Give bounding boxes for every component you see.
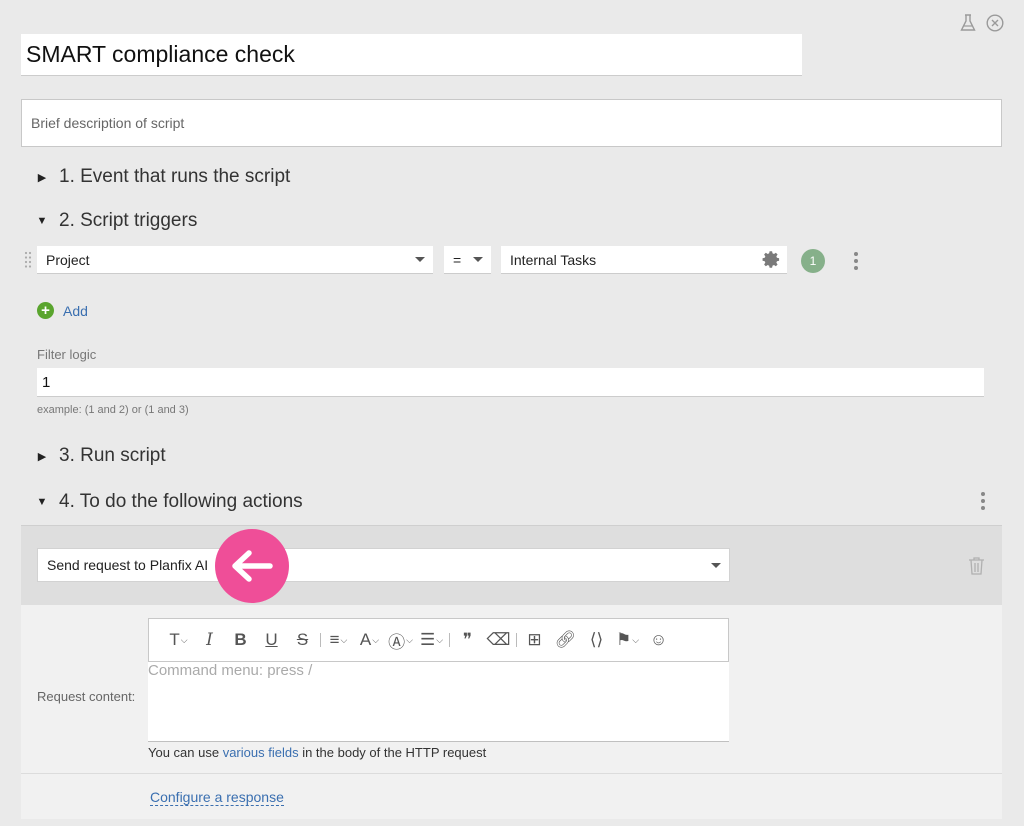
editor-placeholder: Command menu: press / [148, 662, 313, 679]
bookmark-icon[interactable]: ⚑ ⌵ [612, 625, 643, 655]
divider [449, 633, 450, 647]
collapse-arrow-icon: ▼ [36, 496, 48, 508]
trigger-field-value: Project [46, 251, 90, 268]
script-title-input[interactable]: SMART compliance check [21, 34, 802, 76]
action-type-select[interactable]: Send request to Planfix AI [37, 548, 730, 582]
fields-hint: You can use various fields in the body o… [148, 745, 486, 760]
trigger-operator-select[interactable]: = [444, 246, 491, 274]
align-icon[interactable]: ≡ ⌵ [323, 625, 354, 655]
quote-icon[interactable]: ❞ [452, 625, 483, 655]
divider [516, 633, 517, 647]
strikethrough-icon[interactable]: S [287, 625, 318, 655]
top-icons [960, 14, 1004, 32]
add-label: Add [63, 302, 88, 319]
divider [21, 773, 1002, 774]
section-run-script[interactable]: ▶ 3. Run script [34, 445, 166, 467]
action-type-value: Send request to Planfix AI [47, 557, 209, 573]
trigger-field-select[interactable]: Project [37, 246, 433, 274]
request-content-label: Request content: [37, 689, 136, 704]
list-icon[interactable]: ☰ ⌵ [416, 625, 447, 655]
various-fields-link[interactable]: various fields [223, 745, 299, 760]
italic-icon[interactable]: I [194, 625, 225, 655]
section-event[interactable]: ▶ 1. Event that runs the script [34, 166, 291, 188]
chevron-down-icon [415, 257, 425, 262]
gear-icon[interactable] [762, 250, 781, 272]
flask-icon[interactable] [960, 14, 976, 32]
script-description-input[interactable]: Brief description of script [21, 99, 1002, 147]
font-color-icon[interactable]: A ⌵ [354, 625, 385, 655]
filter-logic-example: example: (1 and 2) or (1 and 3) [37, 404, 189, 416]
drag-handle-icon[interactable] [24, 251, 32, 269]
trigger-more-icon[interactable] [854, 252, 858, 270]
request-content-editor[interactable]: Command menu: press / [148, 662, 729, 742]
chevron-down-icon [473, 257, 483, 262]
expand-arrow-icon: ▶ [37, 171, 47, 184]
plus-circle-icon: + [37, 302, 54, 319]
code-icon[interactable]: ⟨⟩ [581, 625, 612, 655]
section-actions[interactable]: ▼ 4. To do the following actions [34, 491, 303, 513]
add-trigger-button[interactable]: + Add [37, 302, 88, 319]
hint-prefix: You can use [148, 745, 223, 760]
expand-arrow-icon: ▶ [37, 450, 47, 463]
section-run-label: 3. Run script [59, 445, 166, 466]
section-triggers[interactable]: ▼ 2. Script triggers [34, 210, 198, 232]
hint-suffix: in the body of the HTTP request [298, 745, 487, 760]
actions-more-icon[interactable] [981, 492, 985, 510]
eraser-icon[interactable]: ⌫ [483, 625, 514, 655]
emoji-icon[interactable]: ☺ [643, 625, 674, 655]
editor-toolbar: T ⌵ I B U S ≡ ⌵ A ⌵ Ⓐ ⌵ ☰ ⌵ ❞ ⌫ ⊞ 🔗︎ ⟨⟩ ⚑ ⌵ ☺ [148, 618, 729, 662]
pointer-arrow-icon [215, 529, 289, 603]
filter-logic-input[interactable]: 1 [37, 368, 984, 397]
section-event-label: 1. Event that runs the script [59, 166, 291, 187]
trigger-value-input[interactable]: Internal Tasks [501, 246, 787, 274]
trigger-operator-value: = [453, 251, 462, 268]
text-style-icon[interactable]: T ⌵ [163, 625, 194, 655]
trigger-value-text: Internal Tasks [510, 251, 597, 268]
section-actions-label: 4. To do the following actions [59, 491, 303, 512]
table-icon[interactable]: ⊞ [519, 625, 550, 655]
link-icon[interactable]: 🔗︎ [550, 625, 581, 655]
close-icon[interactable] [986, 14, 1004, 32]
count-badge: 1 [801, 249, 825, 273]
filter-logic-label: Filter logic [37, 347, 97, 362]
divider [320, 633, 321, 647]
chevron-down-icon [711, 563, 721, 568]
highlight-icon[interactable]: Ⓐ ⌵ [385, 625, 416, 655]
collapse-arrow-icon: ▼ [36, 215, 48, 227]
configure-response-link[interactable]: Configure a response [150, 789, 284, 806]
section-triggers-label: 2. Script triggers [59, 210, 198, 231]
underline-icon[interactable]: U [256, 625, 287, 655]
trash-icon[interactable] [968, 556, 985, 580]
bold-icon[interactable]: B [225, 625, 256, 655]
